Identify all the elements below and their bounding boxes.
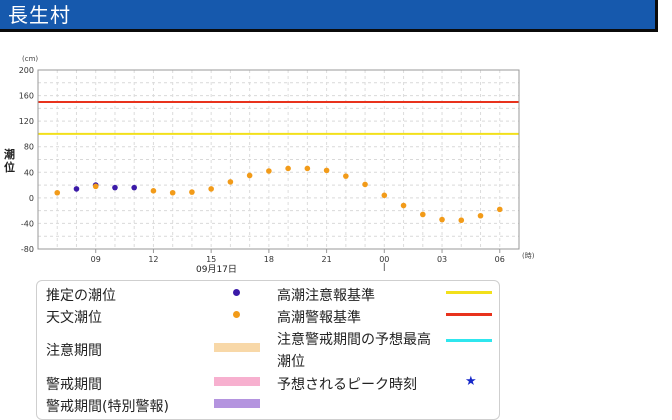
legend-label-astronomical-tide: 天文潮位 bbox=[46, 310, 102, 326]
x-tick-label: 00 bbox=[379, 255, 389, 264]
data-point bbox=[458, 217, 465, 224]
legend-label-peak-time: 予想されるピーク時刻 bbox=[277, 377, 417, 393]
legend-label-estimated-tide: 推定の潮位 bbox=[46, 288, 116, 304]
x-tick-label: 12 bbox=[148, 255, 158, 264]
data-point bbox=[323, 167, 330, 174]
legend-label-storm-surge-advisory: 高潮注意報基準 bbox=[277, 288, 375, 304]
data-point bbox=[150, 188, 157, 194]
y-axis-title-char: 位 bbox=[4, 160, 15, 174]
header-bar: 長生村 bbox=[0, 0, 658, 32]
legend-label-predicted-max-tide: 注意警戒期間の予想最高潮位 bbox=[277, 332, 431, 370]
threshold-lines bbox=[38, 100, 519, 135]
y-tick-label: -80 bbox=[21, 245, 34, 254]
data-point bbox=[420, 211, 426, 218]
y-tick-label: 40 bbox=[24, 168, 34, 177]
y-tick-label: -40 bbox=[21, 219, 34, 228]
data-point bbox=[73, 186, 80, 192]
legend-swatch-astronomical-tide bbox=[233, 311, 240, 318]
data-point bbox=[477, 212, 484, 219]
legend-swatch-storm-surge-warning bbox=[446, 313, 492, 316]
x-tick-label: 15 bbox=[206, 255, 216, 264]
legend-label-warning-period: 警戒期間 bbox=[46, 377, 102, 393]
data-point bbox=[112, 184, 118, 191]
data-point bbox=[208, 186, 214, 192]
x-unit-label: (時) bbox=[522, 252, 535, 260]
y-axis-title-char: 潮 bbox=[4, 147, 15, 161]
legend-label-special-warning-period: 警戒期間(特別警報) bbox=[46, 399, 169, 415]
y-tick-label: 120 bbox=[19, 117, 34, 126]
data-point bbox=[246, 172, 253, 179]
x-tick-label: 21 bbox=[322, 255, 332, 264]
axis-labels: -80 -40 0 40 80 120 160 200 09 12 15 18 21 00 03 06 bbox=[19, 66, 505, 271]
data-point bbox=[227, 179, 234, 185]
legend-swatch-storm-surge-advisory bbox=[446, 291, 492, 294]
data-point bbox=[266, 168, 272, 174]
page-title: 長生村 bbox=[8, 3, 71, 27]
legend-label-storm-surge-warning: 高潮警報基準 bbox=[277, 310, 361, 326]
date-label: 09月17日 bbox=[196, 264, 237, 275]
data-point bbox=[304, 165, 311, 172]
data-point bbox=[169, 189, 176, 196]
legend-swatch-caution-period bbox=[214, 343, 260, 352]
y-tick-label: 0 bbox=[29, 194, 34, 203]
data-point bbox=[362, 181, 368, 188]
x-tick-label: 06 bbox=[495, 255, 505, 264]
y-tick-label: 80 bbox=[24, 143, 34, 152]
data-point bbox=[92, 183, 99, 190]
data-point bbox=[439, 216, 445, 223]
chart-grid bbox=[37, 69, 520, 250]
y-axis-title: 潮位 bbox=[4, 147, 15, 174]
x-tick-label: 03 bbox=[437, 255, 447, 264]
data-point bbox=[381, 192, 388, 199]
x-tick-label: 18 bbox=[264, 255, 274, 264]
data-point bbox=[189, 189, 195, 195]
legend-swatch-warning-period bbox=[214, 377, 260, 386]
legend-label-caution-period: 注意期間 bbox=[46, 343, 102, 359]
data-point bbox=[54, 189, 61, 196]
legend-swatch-special-warning-period bbox=[214, 399, 260, 408]
legend-swatch-estimated-tide bbox=[233, 289, 240, 296]
data-point bbox=[343, 173, 349, 179]
data-points bbox=[54, 165, 503, 224]
data-point bbox=[285, 165, 291, 172]
y-unit-label: (cm) bbox=[22, 55, 38, 63]
legend-swatch-predicted-max-tide bbox=[446, 339, 492, 342]
chart-legend: 推定の潮位 天文潮位 注意期間 警戒期間 警戒期間(特別警報) 高潮注意報基準 … bbox=[36, 280, 500, 420]
data-point bbox=[131, 184, 137, 191]
tide-chart: -80 -40 0 40 80 120 160 200 09 12 15 18 21 00 03 06 (cm… bbox=[4, 55, 535, 275]
y-tick-label: 160 bbox=[19, 92, 34, 101]
x-tick-label: 09 bbox=[91, 255, 101, 264]
data-point bbox=[400, 202, 407, 209]
y-tick-label: 200 bbox=[19, 66, 34, 75]
data-point bbox=[496, 206, 503, 213]
star-icon: ★ bbox=[465, 374, 477, 389]
